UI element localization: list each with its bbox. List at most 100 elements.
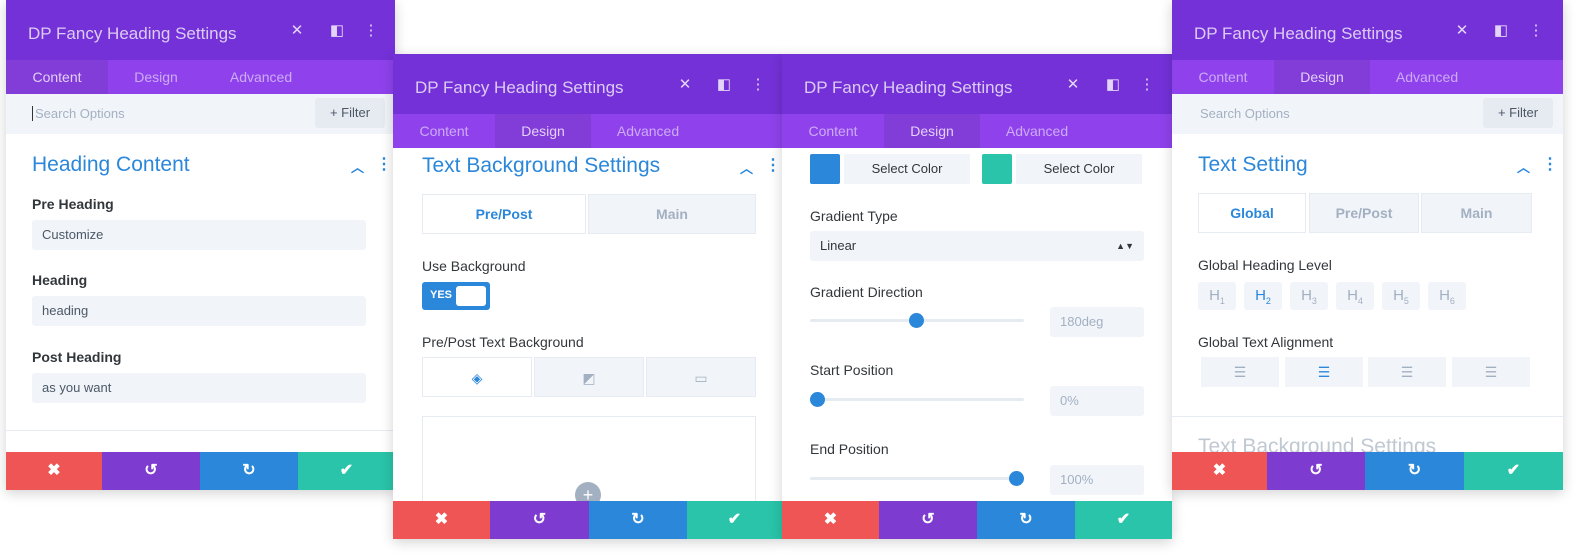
pre-heading-input[interactable]: Customize xyxy=(32,220,366,250)
start-position-slider-handle[interactable] xyxy=(810,392,825,407)
expand-icon[interactable]: ◧ xyxy=(715,76,733,94)
section-title[interactable]: Text Setting xyxy=(1198,153,1308,177)
more-options-icon[interactable]: ⋮ xyxy=(749,76,767,94)
tab-content[interactable]: Content xyxy=(393,114,495,148)
gradient-icon[interactable]: ◩ xyxy=(534,357,644,397)
align-left-icon[interactable]: ☰ xyxy=(1201,357,1279,387)
subtab-main[interactable]: Main xyxy=(1421,193,1532,233)
cancel-button[interactable]: ✖ xyxy=(6,452,102,490)
search-input[interactable]: Search Options xyxy=(32,106,125,121)
panel-tabs: Content Design Advanced xyxy=(1172,60,1563,94)
heading-input[interactable]: heading xyxy=(32,296,366,326)
cancel-button[interactable]: ✖ xyxy=(393,501,490,539)
expand-icon[interactable]: ◧ xyxy=(1104,76,1122,94)
align-center-icon[interactable]: ☰ xyxy=(1285,357,1363,387)
save-button[interactable]: ✔ xyxy=(1075,501,1172,539)
panel-footer: ✖ ↺ ↻ ✔ xyxy=(782,501,1172,539)
save-button[interactable]: ✔ xyxy=(298,452,395,490)
subtab-main[interactable]: Main xyxy=(588,194,756,234)
tab-advanced[interactable]: Advanced xyxy=(591,114,705,148)
tab-advanced[interactable]: Advanced xyxy=(204,60,318,94)
section-menu-icon[interactable]: ⋮ xyxy=(376,157,392,173)
gradient-direction-label: Gradient Direction xyxy=(810,284,923,300)
search-input[interactable]: Search Options xyxy=(1198,106,1290,121)
prepost-background-label: Pre/Post Text Background xyxy=(422,334,584,350)
tab-design[interactable]: Design xyxy=(108,60,204,94)
heading-level-h5-button[interactable]: H5 xyxy=(1382,282,1420,310)
heading-level-h6-button[interactable]: H6 xyxy=(1428,282,1466,310)
expand-icon[interactable]: ◧ xyxy=(1492,22,1510,40)
color-swatch-start[interactable] xyxy=(810,154,840,184)
select-color-start-button[interactable]: Select Color xyxy=(844,154,970,184)
subtab-global[interactable]: Global xyxy=(1198,193,1306,233)
close-icon[interactable]: ✕ xyxy=(676,76,694,94)
cancel-button[interactable]: ✖ xyxy=(1172,452,1267,490)
chevron-up-icon[interactable]: ︿ xyxy=(740,158,753,177)
redo-button[interactable]: ↻ xyxy=(1365,452,1464,490)
select-color-end-button[interactable]: Select Color xyxy=(1016,154,1142,184)
use-background-toggle[interactable]: YES xyxy=(422,282,490,310)
heading-level-sub: 5 xyxy=(1403,296,1409,306)
start-position-slider-track[interactable] xyxy=(810,398,1024,401)
paint-bucket-icon[interactable]: ◈ xyxy=(422,357,532,397)
end-position-input[interactable]: 100% xyxy=(1050,465,1144,495)
filter-button[interactable]: + Filter xyxy=(1483,98,1553,128)
filter-button[interactable]: + Filter xyxy=(315,98,385,128)
color-swatch-end[interactable] xyxy=(982,154,1012,184)
end-position-slider-track[interactable] xyxy=(810,477,1024,480)
undo-button[interactable]: ↺ xyxy=(879,501,977,539)
heading-level-h4-button[interactable]: H4 xyxy=(1336,282,1374,310)
undo-button[interactable]: ↺ xyxy=(490,501,589,539)
start-position-label: Start Position xyxy=(810,362,894,378)
gradient-direction-slider-handle[interactable] xyxy=(909,313,924,328)
panel-header: DP Fancy Heading Settings ✕ ◧ ⋮ xyxy=(1172,0,1563,60)
chevron-up-icon[interactable]: ︿ xyxy=(351,157,364,176)
align-right-icon[interactable]: ☰ xyxy=(1368,357,1446,387)
section-title[interactable]: Text Background Settings xyxy=(422,154,660,178)
redo-button[interactable]: ↻ xyxy=(589,501,687,539)
tab-content[interactable]: Content xyxy=(6,60,108,94)
heading-level-sub: 4 xyxy=(1357,296,1363,306)
tab-content[interactable]: Content xyxy=(1172,60,1274,94)
heading-level-h3-button[interactable]: H3 xyxy=(1290,282,1328,310)
panel-title: DP Fancy Heading Settings xyxy=(804,78,1013,97)
tab-content[interactable]: Content xyxy=(782,114,884,148)
tab-design[interactable]: Design xyxy=(495,114,591,148)
heading-level-h1-button[interactable]: H1 xyxy=(1198,282,1236,310)
close-icon[interactable]: ✕ xyxy=(1064,76,1082,94)
section-menu-icon[interactable]: ⋮ xyxy=(1542,157,1558,173)
gradient-type-select[interactable]: Linear ▲▼ xyxy=(810,231,1144,261)
undo-button[interactable]: ↺ xyxy=(1267,452,1365,490)
more-options-icon[interactable]: ⋮ xyxy=(1138,76,1156,94)
tab-advanced[interactable]: Advanced xyxy=(1370,60,1484,94)
panel-header: DP Fancy Heading Settings ✕ ◧ ⋮ xyxy=(782,54,1172,114)
section-menu-icon[interactable]: ⋮ xyxy=(765,158,781,174)
close-icon[interactable]: ✕ xyxy=(1453,22,1471,40)
chevron-up-icon[interactable]: ︿ xyxy=(1517,157,1530,176)
subtab-prepost[interactable]: Pre/Post xyxy=(422,194,586,234)
tab-design[interactable]: Design xyxy=(884,114,980,148)
undo-button[interactable]: ↺ xyxy=(102,452,200,490)
image-icon[interactable]: ▭ xyxy=(646,357,756,397)
cancel-button[interactable]: ✖ xyxy=(782,501,879,539)
save-button[interactable]: ✔ xyxy=(1464,452,1563,490)
heading-level-sub: 3 xyxy=(1311,296,1317,306)
align-justify-icon[interactable]: ☰ xyxy=(1452,357,1530,387)
close-icon[interactable]: ✕ xyxy=(288,22,306,40)
save-button[interactable]: ✔ xyxy=(687,501,782,539)
heading-level-h2-button[interactable]: H2 xyxy=(1244,282,1282,310)
more-options-icon[interactable]: ⋮ xyxy=(1527,22,1545,40)
redo-button[interactable]: ↻ xyxy=(977,501,1075,539)
more-options-icon[interactable]: ⋮ xyxy=(362,22,380,40)
gradient-direction-input[interactable]: 180deg xyxy=(1050,307,1144,337)
section-title[interactable]: Heading Content xyxy=(32,153,190,177)
end-position-slider-handle[interactable] xyxy=(1009,471,1024,486)
expand-icon[interactable]: ◧ xyxy=(328,22,346,40)
tab-advanced[interactable]: Advanced xyxy=(980,114,1094,148)
redo-button[interactable]: ↻ xyxy=(200,452,298,490)
subtab-prepost[interactable]: Pre/Post xyxy=(1309,193,1419,233)
tab-design[interactable]: Design xyxy=(1274,60,1370,94)
post-heading-input[interactable]: as you want xyxy=(32,373,366,403)
panel-title: DP Fancy Heading Settings xyxy=(1194,24,1403,43)
start-position-input[interactable]: 0% xyxy=(1050,386,1144,416)
